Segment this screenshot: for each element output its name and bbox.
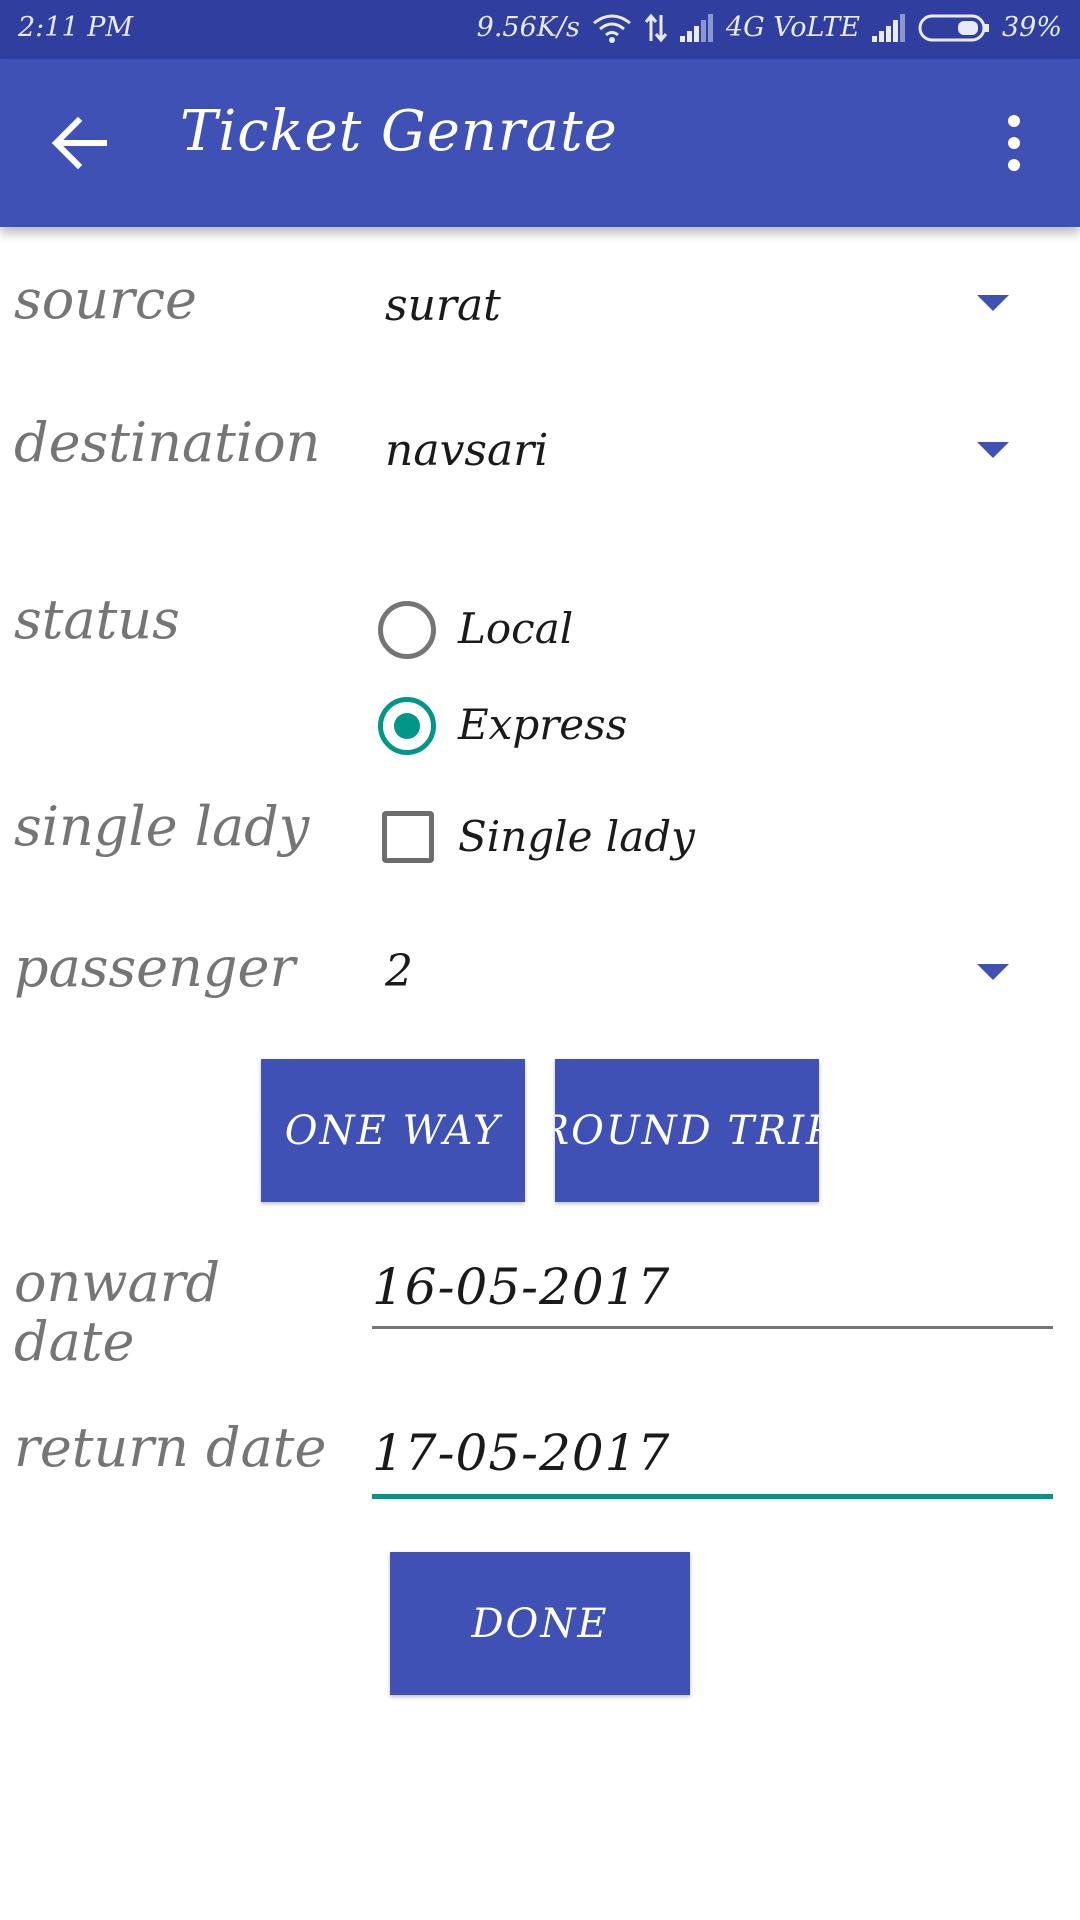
single-lady-checkbox[interactable] [382, 811, 434, 863]
source-dropdown-arrow-icon[interactable] [977, 295, 1009, 311]
app-toolbar: Ticket Genrate [0, 59, 1080, 227]
source-spinner-value[interactable]: surat [385, 280, 501, 331]
done-button[interactable]: DONE [390, 1552, 690, 1695]
radio-express[interactable] [378, 697, 436, 755]
status-bar: 2:11 PM 9.56K/s 4G VoLTE 39% [0, 0, 1080, 59]
passenger-label: passenger [14, 936, 296, 999]
destination-dropdown-arrow-icon[interactable] [977, 442, 1009, 458]
round-trip-button[interactable]: ROUND TRIP [555, 1059, 819, 1202]
destination-spinner-value[interactable]: navsari [385, 425, 548, 476]
status-icons: 9.56K/s 4G VoLTE 39% [477, 12, 1062, 43]
network-speed: 9.56K/s [476, 12, 580, 43]
return-date-input[interactable]: 17-05-2017 [372, 1424, 670, 1482]
radio-express-label[interactable]: Express [458, 700, 627, 749]
one-way-button[interactable]: ONE WAY [261, 1059, 525, 1202]
onward-date-underline [372, 1326, 1053, 1329]
wifi-icon [592, 13, 632, 43]
status-time: 2:11 PM [18, 12, 134, 43]
signal-icon [871, 13, 906, 42]
radio-local[interactable] [378, 601, 436, 659]
radio-local-label[interactable]: Local [458, 604, 573, 653]
single-lady-label: single lady [14, 795, 310, 858]
more-vert-icon[interactable] [994, 113, 1034, 173]
single-lady-checkbox-label[interactable]: Single lady [458, 812, 695, 861]
return-date-underline [372, 1494, 1053, 1499]
passenger-dropdown-arrow-icon[interactable] [977, 964, 1009, 980]
arrow-back-icon[interactable] [50, 115, 110, 171]
status-label: status [14, 588, 180, 651]
destination-label: destination [14, 411, 321, 474]
radio-selected-dot [394, 713, 420, 739]
data-transfer-icon [644, 13, 668, 43]
network-type: 4G VoLTE [725, 12, 860, 43]
onward-date-label: onward date [14, 1253, 221, 1367]
return-date-label: return date [14, 1416, 327, 1479]
source-label: source [14, 268, 198, 331]
passenger-spinner-value[interactable]: 2 [385, 946, 413, 997]
onward-date-input[interactable]: 16-05-2017 [372, 1258, 670, 1316]
page-title: Ticket Genrate [180, 99, 618, 164]
battery-icon [918, 13, 990, 43]
battery-percentage: 39% [1001, 12, 1062, 43]
signal-icon [679, 13, 714, 42]
